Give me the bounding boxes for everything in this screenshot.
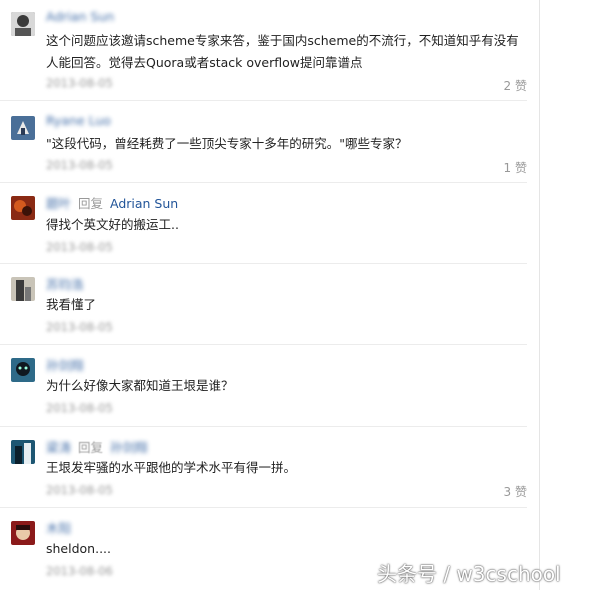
comment-text: "这段代码，曾经耗费了一些顶尖专家十多年的研究。"哪些专家？ [46,136,408,151]
user-avatar-icon [11,521,35,545]
comment-text: 为什么好像大家都知道王垠是谁？ [46,378,234,393]
comment-text: 我看懂了 [46,297,97,312]
watermark: 头条号 / w3cschool [377,562,561,586]
user-avatar-icon [11,12,35,36]
reply-to-user[interactable]: 孙剑翔 [110,440,148,455]
comment-item: 梁涛 回复 孙剑翔 王垠发牢骚的水平跟他的学术水平有得一拼。 2013-08-0… [0,426,527,508]
avatar[interactable] [11,116,35,140]
comment-text: 这个问题应该邀请scheme专家来答，鉴于国内scheme的不流行，不知道知乎有… [46,33,519,70]
comment-author[interactable]: 孙剑翔 [46,355,84,374]
comment-author[interactable]: 苏钧浩 [46,274,84,293]
comment-author[interactable]: Ryane Luo [46,113,111,128]
comment-item: 苏钧浩 我看懂了 2013-08-05 [0,263,527,345]
comment-author[interactable]: Adrian Sun [46,9,114,24]
user-avatar-icon [11,196,35,220]
avatar[interactable] [11,440,35,464]
comment-author[interactable]: 木阳 [46,518,71,537]
user-avatar-icon [11,116,35,140]
reply-label: 回复 [78,440,104,455]
comment-time: 2013-08-06 [46,564,113,578]
avatar[interactable] [11,521,35,545]
avatar[interactable] [11,358,35,382]
reply-label: 回复 [78,196,104,211]
avatar[interactable] [11,196,35,220]
comment-time: 2013-08-05 [46,240,113,254]
comment-item: Ryane Luo "这段代码，曾经耗费了一些顶尖专家十多年的研究。"哪些专家？… [0,100,527,183]
comment-item: Adrian Sun 这个问题应该邀请scheme专家来答，鉴于国内scheme… [0,0,527,101]
comment-text: 王垠发牢骚的水平跟他的学术水平有得一拼。 [46,460,297,475]
user-avatar-icon [11,358,35,382]
user-avatar-icon [11,440,35,464]
like-count[interactable]: 3 赞 [504,483,527,500]
like-count[interactable]: 1 赞 [504,159,527,176]
comment-author[interactable]: 梁涛 回复 孙剑翔 [46,437,148,456]
like-count[interactable]: 2 赞 [504,77,527,94]
comment-text: sheldon.... [46,541,111,556]
comment-time: 2013-08-05 [46,76,113,90]
comment-list: Adrian Sun 这个问题应该邀请scheme专家来答，鉴于国内scheme… [0,0,540,590]
comment-text: 得找个英文好的搬运工.. [46,217,179,232]
avatar[interactable] [11,277,35,301]
comment-time: 2013-08-05 [46,483,113,497]
comment-author[interactable]: 题叶 回复 Adrian Sun [46,193,178,212]
reply-to-user[interactable]: Adrian Sun [110,196,178,211]
comment-time: 2013-08-05 [46,320,113,334]
comment-time: 2013-08-05 [46,158,113,172]
comment-time: 2013-08-05 [46,401,113,415]
comment-item: 孙剑翔 为什么好像大家都知道王垠是谁？ 2013-08-05 [0,344,527,427]
avatar[interactable] [11,12,35,36]
user-avatar-icon [11,277,35,301]
comment-item: 题叶 回复 Adrian Sun 得找个英文好的搬运工.. 2013-08-05 [0,182,527,264]
